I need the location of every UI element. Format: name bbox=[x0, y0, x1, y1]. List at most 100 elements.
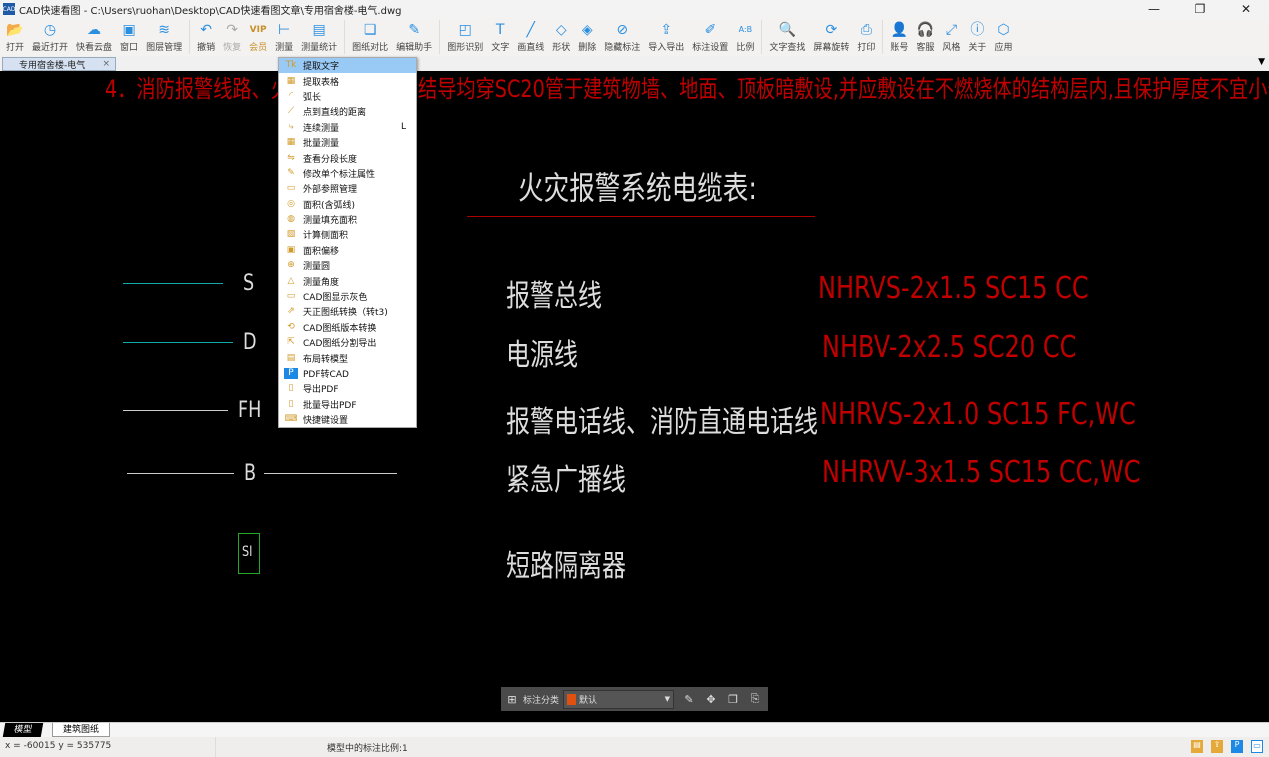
paste-icon[interactable]: ⎘ bbox=[744, 692, 766, 706]
toolbar-button[interactable]: ✎ 编辑助手 bbox=[392, 18, 436, 53]
menu-item[interactable]: ▤ 布局转模型 bbox=[279, 350, 416, 365]
menu-item-icon: ⟋ bbox=[287, 106, 295, 117]
cable-name: 紧急广播线 bbox=[506, 463, 626, 498]
toolbar-button[interactable]: ⊢ 测量 bbox=[271, 18, 297, 53]
menu-item[interactable]: ◜ 弧长 bbox=[279, 89, 416, 104]
toolbar-button[interactable]: ◷ 最近打开 bbox=[28, 18, 72, 53]
menu-item[interactable]: ⟋ 点到直线的距离 bbox=[279, 104, 416, 119]
menu-item-label: 面积(含弧线) bbox=[303, 200, 356, 211]
toolbar-icon: A:B bbox=[738, 25, 753, 34]
toolbar-button[interactable]: ☁ 快看云盘 bbox=[72, 18, 116, 53]
sheet-tab-model[interactable]: 模型 bbox=[2, 723, 44, 737]
selected-category: 默认 bbox=[579, 695, 598, 706]
toolbar-button[interactable]: ⟳ 屏幕旋转 bbox=[809, 18, 853, 53]
toolbar-button[interactable]: ❏ 图纸对比 bbox=[348, 18, 392, 53]
toolbar-label: 编辑助手 bbox=[396, 43, 433, 53]
annotation-category-select[interactable]: 默认 ▼ bbox=[563, 689, 675, 709]
cable-line-fh bbox=[123, 410, 228, 411]
toolbar-button[interactable]: A:B 比例 bbox=[732, 18, 758, 53]
pdf-cad-icon[interactable]: P bbox=[1231, 740, 1243, 753]
tab-overflow-icon[interactable]: ▼ bbox=[1258, 57, 1265, 67]
menu-item[interactable]: ▯ 批量导出PDF bbox=[279, 397, 416, 412]
toolbar-button[interactable]: VIP 会员 bbox=[245, 18, 271, 53]
toolbar-button[interactable]: ⬡ 应用 bbox=[990, 18, 1016, 53]
toolbar-button[interactable]: ⎙ 打印 bbox=[853, 18, 879, 53]
move-icon[interactable]: ✥ bbox=[700, 693, 722, 706]
menu-item-icon: ▣ bbox=[286, 244, 296, 255]
toolbar-icon: ⊢ bbox=[278, 22, 291, 38]
toolbar-button[interactable]: ≋ 图层管理 bbox=[142, 18, 186, 53]
menu-item-label: 计算侧面积 bbox=[303, 231, 349, 242]
toolbar-button[interactable]: ▤ 测量统计 bbox=[297, 18, 341, 53]
toolbar-label: 删除 bbox=[578, 43, 597, 53]
menu-item-label: 点到直线的距离 bbox=[303, 108, 367, 119]
toolbar-button[interactable]: ⤢ 风格 bbox=[938, 18, 964, 53]
toolbar-button[interactable]: 🎧 客服 bbox=[912, 18, 938, 53]
restore-button[interactable]: ❐ bbox=[1177, 0, 1223, 18]
menu-item[interactable]: △ 测量角度 bbox=[279, 273, 416, 288]
menu-item-label: 天正图纸转换（转t3) bbox=[303, 308, 388, 319]
menu-item[interactable]: ◎ 面积(含弧线) bbox=[279, 197, 416, 212]
copy-icon[interactable]: ❐ bbox=[722, 693, 744, 706]
menu-item-icon: ▭ bbox=[286, 183, 296, 194]
menu-item[interactable]: ▧ 计算侧面积 bbox=[279, 227, 416, 242]
toolbar-button[interactable]: ⊘ 隐藏标注 bbox=[600, 18, 644, 53]
drawing-canvas[interactable]: 4．消防报警线路、火 结导均穿SC20管于建筑物墙、地面、顶板暗敷设,并应敷设在… bbox=[0, 71, 1269, 722]
menu-item-label: 快捷键设置 bbox=[303, 416, 349, 427]
menu-item-icon: ▦ bbox=[286, 75, 296, 86]
menu-item[interactable]: ▯ 导出PDF bbox=[279, 381, 416, 396]
menu-item[interactable]: ▦ 批量测量 bbox=[279, 135, 416, 150]
toolbar-button[interactable]: ╱ 画直线 bbox=[513, 18, 548, 53]
toolbar-button[interactable]: ⓘ 关于 bbox=[964, 18, 990, 53]
menu-item[interactable]: ⌨ 快捷键设置 bbox=[279, 412, 416, 427]
close-tab-icon[interactable]: × bbox=[102, 59, 110, 69]
menu-item[interactable]: ⇱ CAD图纸分割导出 bbox=[279, 335, 416, 350]
toolbar-button[interactable]: ↶ 撤销 bbox=[193, 18, 219, 53]
menu-item[interactable]: ✎ 修改单个标注属性 bbox=[279, 166, 416, 181]
toolbar-icon: ✎ bbox=[408, 22, 421, 38]
document-tab[interactable]: 专用宿舍楼-电气 × bbox=[2, 57, 116, 71]
toolbar-button[interactable]: ◈ 删除 bbox=[574, 18, 600, 53]
menu-item[interactable]: ▭ CAD图显示灰色 bbox=[279, 289, 416, 304]
menu-item[interactable]: ▭ 外部参照管理 bbox=[279, 181, 416, 196]
edit-icon[interactable]: ✎ bbox=[678, 693, 700, 706]
toolbar-button[interactable]: ◇ 形状 bbox=[548, 18, 574, 53]
toolbar-button[interactable]: 👤 账号 bbox=[886, 18, 912, 53]
grid-icon[interactable]: ⊞ bbox=[501, 693, 523, 706]
mobile-icon[interactable]: ▭ bbox=[1251, 740, 1263, 753]
export-icon[interactable]: ⇪ bbox=[1211, 740, 1223, 753]
menu-item[interactable]: ⇋ 查看分段长度 bbox=[279, 150, 416, 165]
toolbar-button[interactable]: 📂 打开 bbox=[2, 18, 28, 53]
minimize-button[interactable]: — bbox=[1131, 0, 1177, 18]
app-logo: CAD bbox=[3, 3, 15, 15]
toolbar-label: 风格 bbox=[942, 43, 961, 53]
toolbar-icon: ⎙ bbox=[860, 22, 872, 38]
menu-item[interactable]: ⟲ CAD图纸版本转换 bbox=[279, 320, 416, 335]
toolbar-button[interactable]: ◰ 图形识别 bbox=[443, 18, 487, 53]
toolbar-button[interactable]: ⇪ 导入导出 bbox=[644, 18, 688, 53]
close-button[interactable]: ✕ bbox=[1223, 0, 1269, 18]
menu-item[interactable]: ⇗ 天正图纸转换（转t3) bbox=[279, 304, 416, 319]
toolbar-label: 文字 bbox=[491, 43, 510, 53]
toolbar-button[interactable]: ✐ 标注设置 bbox=[688, 18, 732, 53]
layout-icon[interactable]: ▤ bbox=[1191, 740, 1203, 753]
toolbar-button[interactable]: ↷ 恢复 bbox=[219, 18, 245, 53]
symbol-s: S bbox=[243, 271, 255, 296]
toolbar-icon: ↶ bbox=[200, 22, 212, 38]
menu-item[interactable]: ⊕ 测量圆 bbox=[279, 258, 416, 273]
toolbar-button[interactable]: T 文字 bbox=[487, 18, 513, 53]
symbol-fh: FH bbox=[238, 398, 262, 423]
menu-item-label: 外部参照管理 bbox=[303, 185, 358, 196]
menu-item[interactable]: P PDF转CAD bbox=[279, 366, 416, 381]
menu-item[interactable]: ▣ 面积偏移 bbox=[279, 243, 416, 258]
menu-item[interactable]: ◍ 测量填充面积 bbox=[279, 212, 416, 227]
sheet-tab-architecture[interactable]: 建筑图纸 bbox=[52, 723, 111, 737]
toolbar-button[interactable]: ▣ 窗口 bbox=[116, 18, 142, 53]
menu-item[interactable]: ⤷ 连续测量 L bbox=[279, 120, 416, 135]
toolbar-label: 标注设置 bbox=[692, 43, 729, 53]
toolbar-button[interactable]: 🔍 文字查找 bbox=[765, 18, 809, 53]
menu-item[interactable]: ▦ 提取表格 bbox=[279, 73, 416, 88]
menu-item[interactable]: Tk 提取文字 bbox=[279, 58, 416, 74]
menu-item-icon: ⊕ bbox=[287, 260, 295, 271]
toolbar-label: 会员 bbox=[249, 43, 268, 53]
